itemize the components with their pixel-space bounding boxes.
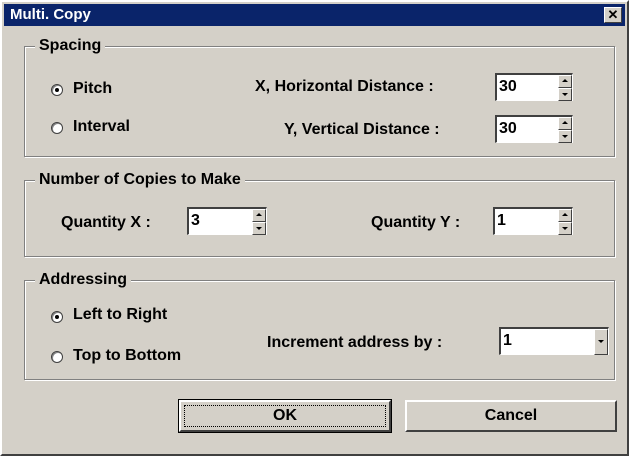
- spacing-group: Spacing Pitch Interval X, Horizontal Dis…: [24, 36, 615, 157]
- y-distance-value[interactable]: 30: [499, 119, 517, 139]
- quantity-x-label: Quantity X :: [61, 214, 151, 231]
- focus-rect: [184, 405, 386, 427]
- top-to-bottom-label[interactable]: Top to Bottom: [73, 346, 181, 366]
- pitch-radio[interactable]: [51, 84, 63, 96]
- interval-radio[interactable]: [51, 122, 63, 134]
- arrow-down-icon[interactable]: [252, 222, 266, 235]
- arrow-down-icon[interactable]: [558, 88, 572, 101]
- arrow-up-icon[interactable]: [558, 209, 572, 222]
- spacing-legend: Spacing: [35, 36, 106, 56]
- left-to-right-label[interactable]: Left to Right: [73, 305, 167, 325]
- y-distance-spinner[interactable]: 30: [495, 115, 573, 143]
- x-distance-label: X, Horizontal Distance :: [255, 78, 434, 95]
- arrow-up-icon[interactable]: [252, 209, 266, 222]
- copies-legend: Number of Copies to Make: [35, 170, 245, 190]
- increment-value[interactable]: 1: [503, 331, 512, 351]
- top-to-bottom-radio[interactable]: [51, 351, 63, 363]
- x-distance-spinner[interactable]: 30: [495, 73, 573, 101]
- multi-copy-dialog: Multi. Copy ✕ Spacing Pitch Interval X, …: [0, 0, 629, 456]
- arrow-down-icon[interactable]: [558, 222, 572, 235]
- quantity-y-value[interactable]: 1: [497, 211, 506, 231]
- window-title: Multi. Copy: [10, 6, 91, 23]
- addressing-group: Addressing Left to Right Top to Bottom I…: [24, 270, 615, 380]
- pitch-label[interactable]: Pitch: [73, 79, 112, 99]
- arrow-up-icon[interactable]: [558, 75, 572, 88]
- arrow-up-icon[interactable]: [558, 117, 572, 130]
- quantity-x-value[interactable]: 3: [191, 211, 200, 231]
- arrow-down-icon[interactable]: [558, 130, 572, 143]
- interval-label[interactable]: Interval: [73, 117, 130, 137]
- x-distance-value[interactable]: 30: [499, 77, 517, 97]
- left-to-right-radio[interactable]: [51, 311, 63, 323]
- quantity-x-spinner[interactable]: 3: [187, 207, 267, 235]
- quantity-y-label: Quantity Y :: [371, 214, 461, 231]
- ok-button[interactable]: OK: [178, 399, 392, 433]
- increment-label: Increment address by :: [267, 334, 443, 351]
- increment-combobox[interactable]: 1: [499, 327, 609, 355]
- chevron-down-icon[interactable]: [594, 329, 608, 355]
- cancel-label: Cancel: [484, 407, 538, 424]
- addressing-legend: Addressing: [35, 270, 132, 290]
- quantity-y-spinner[interactable]: 1: [493, 207, 573, 235]
- close-button[interactable]: ✕: [604, 7, 622, 23]
- title-bar: Multi. Copy ✕: [4, 4, 625, 26]
- close-icon: ✕: [607, 7, 619, 22]
- y-distance-label: Y, Vertical Distance :: [284, 121, 440, 138]
- cancel-button[interactable]: Cancel: [405, 400, 617, 432]
- copies-group: Number of Copies to Make Quantity X : 3 …: [24, 170, 615, 257]
